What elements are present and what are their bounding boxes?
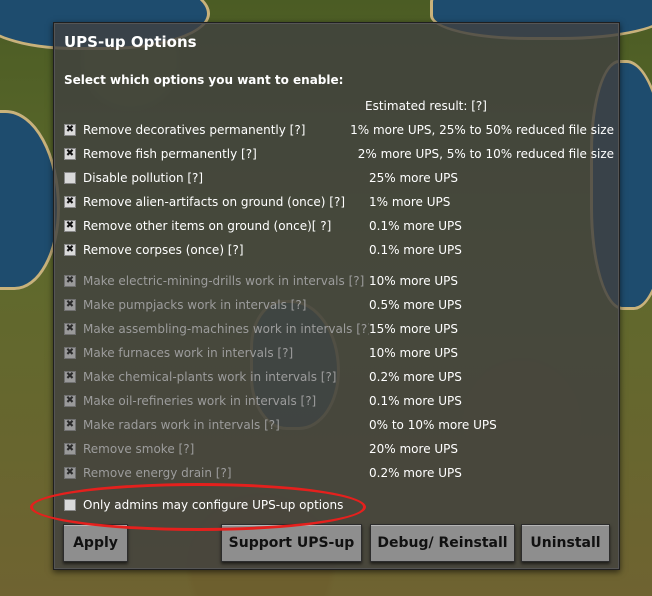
option-label: Remove energy drain [?] [83, 466, 232, 480]
cross-mark-icon[interactable]: ✖ [64, 443, 76, 455]
option-label: Make oil-refineries work in intervals [?… [83, 394, 317, 408]
option-result: 1% more UPS [369, 195, 451, 209]
uninstall-button[interactable]: Uninstall [521, 524, 610, 562]
option-label: Make assembling-machines work in interva… [83, 322, 369, 336]
apply-button[interactable]: Apply [63, 524, 128, 562]
option-result: 0% to 10% more UPS [369, 418, 497, 432]
cross-mark-icon[interactable]: ✖ [64, 299, 76, 311]
cross-mark-icon[interactable]: ✖ [64, 419, 76, 431]
option-row[interactable]: ✖ Make chemical-plants work in intervals … [64, 368, 614, 386]
option-label: Remove alien-artifacts on ground (once) … [83, 195, 345, 209]
option-result: 25% more UPS [369, 171, 459, 185]
red-highlight-circle [30, 483, 366, 531]
option-row[interactable]: ✖ Remove other items on ground (once)[ ?]… [64, 217, 614, 235]
estimated-result-header[interactable]: Estimated result: [?] [365, 99, 487, 113]
option-row[interactable]: ✖ Remove alien-artifacts on ground (once)… [64, 193, 614, 211]
option-result: 0.1% more UPS [369, 243, 462, 257]
option-row[interactable]: ✖ Make oil-refineries work in intervals [… [64, 392, 614, 410]
option-row[interactable]: ✖ Remove corpses (once) [?] 0.1% more UPS [64, 241, 614, 259]
option-row[interactable]: ✖ Remove fish permanently [?] 2% more UPS,… [64, 145, 614, 163]
option-label: Make radars work in intervals [?] [83, 418, 280, 432]
option-row[interactable]: ✖ Make pumpjacks work in intervals [?] 0.5… [64, 296, 614, 314]
option-row[interactable]: ✖ Remove decoratives permanently [?] 1% mo… [64, 121, 614, 139]
option-row[interactable]: ✖ Make furnaces work in intervals [?] 10% … [64, 344, 614, 362]
option-result: 0.5% more UPS [369, 298, 462, 312]
option-label: Make pumpjacks work in intervals [?] [83, 298, 307, 312]
option-result: 0.2% more UPS [369, 466, 462, 480]
option-row[interactable]: ✖ Make assembling-machines work in interv… [64, 320, 614, 338]
option-label: Remove other items on ground (once)[ ?] [83, 219, 332, 233]
option-result: 20% more UPS [369, 442, 459, 456]
cross-mark-icon[interactable]: ✖ [64, 244, 76, 256]
cross-mark-icon[interactable]: ✖ [64, 347, 76, 359]
option-row[interactable]: ✖ Make electric-mining-drills work in int… [64, 272, 614, 290]
cross-mark-icon[interactable]: ✖ [64, 323, 76, 335]
cross-mark-icon[interactable]: ✖ [64, 275, 76, 287]
cross-mark-icon[interactable]: ✖ [64, 196, 76, 208]
option-row[interactable]: Disable pollution [?] 25% more UPS [64, 169, 614, 187]
cross-mark-icon[interactable]: ✖ [64, 395, 76, 407]
option-label: Make chemical-plants work in intervals [… [83, 370, 337, 384]
option-result: 0.1% more UPS [369, 219, 462, 233]
option-result: 2% more UPS, 5% to 10% reduced file size [357, 147, 614, 161]
option-label: Remove smoke [?] [83, 442, 195, 456]
option-result: 10% more UPS [369, 346, 459, 360]
option-label: Make furnaces work in intervals [?] [83, 346, 294, 360]
option-row[interactable]: ✖ Remove energy drain [?] 0.2% more UPS [64, 464, 614, 482]
option-label: Disable pollution [?] [83, 171, 204, 185]
empty-checkbox-icon[interactable] [64, 172, 76, 184]
cross-mark-icon[interactable]: ✖ [64, 124, 76, 136]
option-result: 1% more UPS, 25% to 50% reduced file siz… [350, 123, 614, 137]
dialog-title: UPS-up Options [64, 33, 197, 51]
option-row[interactable]: ✖ Remove smoke [?] 20% more UPS [64, 440, 614, 458]
option-label: Remove decoratives permanently [?] [83, 123, 306, 137]
cross-mark-icon[interactable]: ✖ [64, 148, 76, 160]
option-label: Remove fish permanently [?] [83, 147, 257, 161]
option-result: 10% more UPS [369, 274, 459, 288]
option-label: Make electric-mining-drills work in inte… [83, 274, 365, 288]
cross-mark-icon[interactable]: ✖ [64, 371, 76, 383]
option-result: 0.1% more UPS [369, 394, 462, 408]
option-row[interactable]: ✖ Make radars work in intervals [?] 0% to … [64, 416, 614, 434]
cross-mark-icon[interactable]: ✖ [64, 467, 76, 479]
debug-reinstall-button[interactable]: Debug/ Reinstall [370, 524, 515, 562]
option-label: Remove corpses (once) [?] [83, 243, 244, 257]
option-result: 15% more UPS [369, 322, 459, 336]
cross-mark-icon[interactable]: ✖ [64, 220, 76, 232]
option-result: 0.2% more UPS [369, 370, 462, 384]
dialog-subtitle: Select which options you want to enable: [64, 73, 344, 87]
